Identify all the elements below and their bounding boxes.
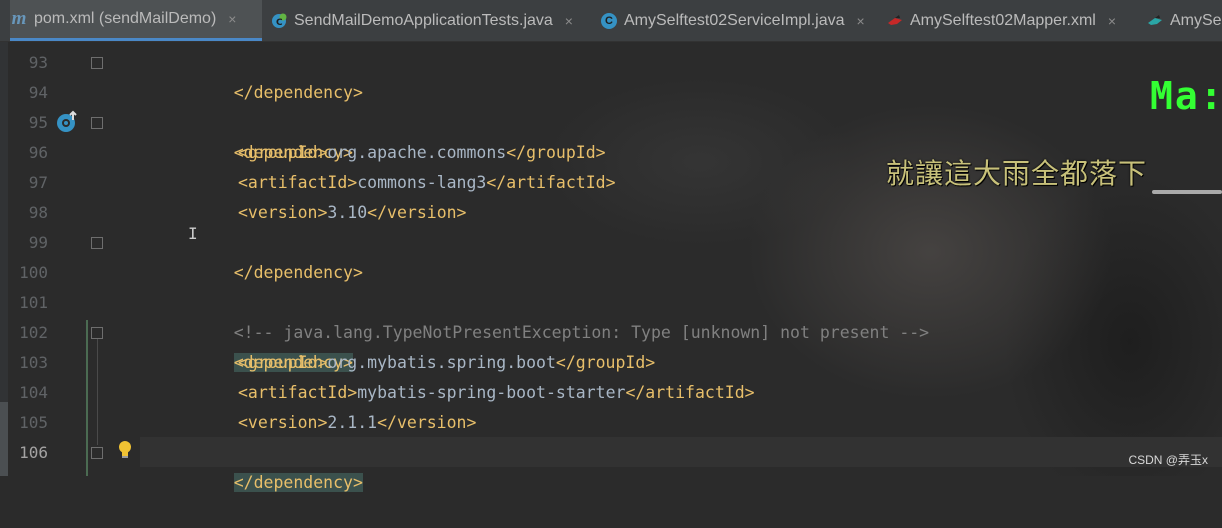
xml-tag: <version> xyxy=(238,413,328,432)
line-number: 105 xyxy=(19,413,48,432)
xml-text: mybatis-spring-boot-starter xyxy=(357,383,626,402)
lyric-overlay-title: Ma: xyxy=(1150,74,1222,118)
code-line-95: <dependency> xyxy=(194,108,353,162)
editor-background-art xyxy=(0,42,1222,476)
line-number: 93 xyxy=(28,53,48,72)
fold-guide xyxy=(97,333,98,445)
xml-tag: </artifactId> xyxy=(486,173,616,192)
vcs-change-marker[interactable] xyxy=(86,320,88,476)
fold-end-icon[interactable] xyxy=(91,237,103,249)
xml-tag: </dependency> xyxy=(233,83,363,102)
line-number: 103 xyxy=(19,353,48,372)
xml-text: 2.1.1 xyxy=(327,413,378,432)
lyric-progress-bar xyxy=(1152,190,1222,194)
xml-text: commons-lang3 xyxy=(357,173,487,192)
tab-label: AmySelftest02Mapper.xml xyxy=(910,11,1096,29)
code-line-93: </dependency> xyxy=(194,48,363,102)
xml-tag: <artifactId> xyxy=(238,173,358,192)
mybatis-bird-icon xyxy=(1146,12,1164,30)
fold-end-icon[interactable] xyxy=(91,447,103,459)
close-icon[interactable]: × xyxy=(565,13,573,29)
line-number: 98 xyxy=(28,203,48,222)
tab-amyself-truncated[interactable]: AmySelf xyxy=(1146,0,1222,41)
left-tool-strip-active xyxy=(0,402,8,476)
close-icon[interactable]: × xyxy=(857,13,865,29)
code-line-102: <dependency> xyxy=(194,318,353,372)
xml-tag: <groupId> xyxy=(238,143,328,162)
xml-tag: <artifactId> xyxy=(238,383,358,402)
code-line-105: <version>2.1.1</version> xyxy=(238,408,476,438)
line-number: 95 xyxy=(28,113,48,132)
close-icon[interactable]: × xyxy=(228,11,236,27)
code-line-106: </dependency> xyxy=(194,438,363,492)
xml-tag: </groupId> xyxy=(555,353,656,372)
spring-test-class-icon: C xyxy=(270,12,288,30)
code-line-98: <version>3.10</version> xyxy=(238,198,467,228)
fold-start-icon[interactable] xyxy=(91,327,103,339)
line-number: 102 xyxy=(19,323,48,342)
tab-mapper-xml[interactable]: AmySelftest02Mapper.xml × xyxy=(886,0,1144,41)
xml-tag: </dependency> xyxy=(233,263,363,282)
maven-update-icon[interactable] xyxy=(55,110,79,138)
code-line-96: <groupId>org.apache.commons</groupId> xyxy=(238,138,606,168)
tab-label: pom.xml (sendMailDemo) xyxy=(34,10,217,27)
xml-tag: </groupId> xyxy=(506,143,606,162)
code-line-101: <!-- java.lang.TypeNotPresentException: … xyxy=(194,288,929,342)
xml-tag: </version> xyxy=(367,203,467,222)
class-c-icon: C xyxy=(600,12,618,30)
xml-tag: </artifactId> xyxy=(625,383,755,402)
svg-text:C: C xyxy=(276,18,283,28)
line-number: 100 xyxy=(19,263,48,282)
line-number: 99 xyxy=(28,233,48,252)
lyric-overlay-line: 就讓這大雨全都落下 xyxy=(886,157,1148,190)
editor-tab-bar: m pom.xml (sendMailDemo) × C SendMailDem… xyxy=(0,0,1222,42)
tab-label: SendMailDemoApplicationTests.java xyxy=(294,11,553,29)
code-editor[interactable]: </dependency> <dependency> <groupId>org.… xyxy=(194,48,929,492)
mybatis-bird-icon xyxy=(886,12,904,30)
code-line-103: <groupId>org.mybatis.spring.boot</groupI… xyxy=(238,348,655,378)
line-number: 97 xyxy=(28,173,48,192)
xml-text: org.apache.commons xyxy=(327,143,507,162)
tab-label: AmySelftest02ServiceImpl.java xyxy=(624,11,845,29)
line-number: 94 xyxy=(28,83,48,102)
line-number: 104 xyxy=(19,383,48,402)
line-number-current: 106 xyxy=(19,443,48,462)
xml-tag: <groupId> xyxy=(238,353,328,372)
fold-start-icon[interactable] xyxy=(91,117,103,129)
xml-tag: </version> xyxy=(377,413,477,432)
tab-sendmaildemo-tests[interactable]: C SendMailDemoApplicationTests.java × xyxy=(270,0,590,41)
fold-end-icon[interactable] xyxy=(91,57,103,69)
maven-m-icon: m xyxy=(11,8,27,29)
tab-pom-xml[interactable]: m pom.xml (sendMailDemo) × xyxy=(10,0,262,41)
watermark: CSDN @弄玉x xyxy=(1128,453,1208,467)
line-number: 96 xyxy=(28,143,48,162)
xml-tag: <version> xyxy=(238,203,328,222)
tab-serviceimpl[interactable]: C AmySelftest02ServiceImpl.java × xyxy=(600,0,878,41)
line-number: 101 xyxy=(19,293,48,312)
close-icon[interactable]: × xyxy=(1108,13,1116,29)
lightbulb-icon[interactable] xyxy=(117,440,133,464)
mouse-ibeam-cursor: I xyxy=(188,224,198,243)
code-line-97: <artifactId>commons-lang3</artifactId> xyxy=(238,168,616,198)
code-line-99: </dependency> xyxy=(194,228,363,282)
tab-label: AmySelf xyxy=(1170,11,1222,29)
xml-text: org.mybatis.spring.boot xyxy=(327,353,556,372)
xml-text: 3.10 xyxy=(327,203,368,222)
code-line-104: <artifactId>mybatis-spring-boot-starter<… xyxy=(238,378,755,408)
